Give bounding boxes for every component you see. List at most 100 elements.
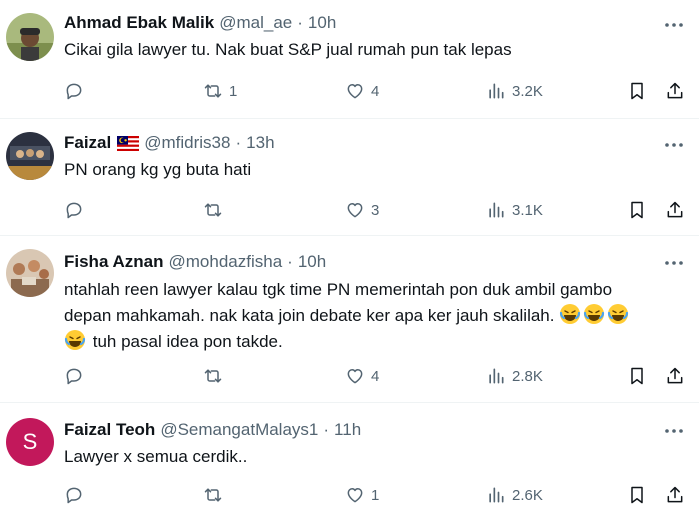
tweet-actions: 1 4 3.2K <box>64 79 692 103</box>
like-count: 1 <box>371 486 380 504</box>
views-count: 2.6K <box>512 486 543 504</box>
views-button[interactable]: 2.8K <box>486 364 543 388</box>
bookmark-button[interactable] <box>627 79 647 103</box>
bookmark-icon <box>631 367 643 385</box>
laughing-tears-emoji-icon <box>584 304 605 324</box>
reply-button[interactable] <box>64 198 90 222</box>
views-count: 2.8K <box>512 367 543 385</box>
separator-dot: · <box>323 420 330 439</box>
avatar-letter: S <box>22 429 38 454</box>
display-name[interactable]: Ahmad Ebak Malik <box>64 13 214 33</box>
more-options-button[interactable] <box>663 15 685 35</box>
avatar[interactable] <box>6 13 54 61</box>
views-count: 3.2K <box>512 82 543 100</box>
timestamp[interactable]: 13h <box>246 133 274 153</box>
avatar[interactable] <box>6 249 54 297</box>
tweet-text-line: ntahlah reen lawyer kalau tgk time PN me… <box>64 280 613 299</box>
laughing-tears-emoji-icon <box>560 304 581 324</box>
like-button[interactable]: 4 <box>345 364 379 388</box>
views-button[interactable]: 3.2K <box>486 79 543 103</box>
more-options-button[interactable] <box>663 253 685 273</box>
reply-button[interactable] <box>64 364 90 388</box>
tweet-text-segment: tuh pasal idea pon takde. <box>92 332 283 351</box>
tweet-header: Fisha Aznan @mohdazfisha · 10h <box>64 252 326 272</box>
more-icon <box>665 23 683 27</box>
tweet-text-segment: depan mahkamah. nak kata join debate ker… <box>64 306 555 325</box>
share-button[interactable] <box>665 483 685 507</box>
tweet-header: Faizal Teoh @SemangatMalays1 · 11h <box>64 420 361 440</box>
like-button[interactable]: 4 <box>345 79 379 103</box>
timestamp[interactable]: 10h <box>298 252 326 272</box>
views-icon <box>489 487 504 503</box>
tweet-text: PN orang kg yg buta hati <box>64 160 252 179</box>
tweet-actions: 1 2.6K <box>64 483 692 507</box>
bookmark-button[interactable] <box>627 364 647 388</box>
views-icon <box>489 368 504 384</box>
user-handle[interactable]: @SemangatMalays1 <box>160 420 318 440</box>
retweet-button[interactable] <box>203 483 229 507</box>
separator-dot: · <box>287 252 293 271</box>
bookmark-icon <box>631 201 643 219</box>
tweet-4[interactable]: S Faizal Teoh @SemangatMalays1 · 11h Law… <box>0 403 699 517</box>
heart-icon <box>347 488 363 503</box>
user-handle[interactable]: @mohdazfisha <box>169 252 283 272</box>
separator-dot: · <box>297 13 303 32</box>
retweet-button[interactable] <box>203 198 229 222</box>
retweet-icon <box>204 203 222 217</box>
timestamp[interactable]: 11h <box>334 420 361 440</box>
like-button[interactable]: 3 <box>345 198 379 222</box>
share-button[interactable] <box>665 364 685 388</box>
display-name[interactable]: Faizal <box>64 133 111 153</box>
views-button[interactable]: 2.6K <box>486 483 543 507</box>
reply-icon <box>66 368 82 385</box>
retweet-button[interactable]: 1 <box>203 79 237 103</box>
tweet-header: Faizal @mfidris38 · 13h <box>64 133 275 153</box>
bookmark-button[interactable] <box>627 483 647 507</box>
user-handle[interactable]: @mfidris38 <box>144 133 230 153</box>
more-options-button[interactable] <box>663 135 685 155</box>
avatar[interactable]: S <box>6 418 54 466</box>
retweet-button[interactable] <box>203 364 229 388</box>
reply-icon <box>66 202 82 219</box>
display-name[interactable]: Faizal Teoh <box>64 420 155 440</box>
more-options-button[interactable] <box>663 421 685 441</box>
tweet-header: Ahmad Ebak Malik @mal_ae · 10h <box>64 13 336 33</box>
like-count: 4 <box>371 367 380 385</box>
bookmark-icon <box>631 82 643 100</box>
retweet-icon <box>204 369 222 383</box>
reply-button[interactable] <box>64 79 90 103</box>
share-icon <box>667 367 683 384</box>
tweet-3[interactable]: Fisha Aznan @mohdazfisha · 10h ntahlah r… <box>0 236 699 403</box>
reply-icon <box>66 487 82 504</box>
tweet-text: Lawyer x semua cerdik.. <box>64 447 248 466</box>
like-count: 4 <box>371 82 380 100</box>
retweet-icon <box>204 488 222 502</box>
share-icon <box>667 486 683 503</box>
user-handle[interactable]: @mal_ae <box>219 13 292 33</box>
separator-dot: · <box>235 133 242 152</box>
avatar[interactable] <box>6 132 54 180</box>
tweet-2[interactable]: Faizal @mfidris38 · 13h PN orang kg yg b… <box>0 119 699 236</box>
tweet-text-line: depan mahkamah. nak kata join debate ker… <box>64 303 676 329</box>
more-icon <box>665 429 683 433</box>
laughing-tears-emoji-icon <box>64 330 86 350</box>
views-icon <box>489 202 504 218</box>
reply-button[interactable] <box>64 483 90 507</box>
more-icon <box>665 261 683 265</box>
bookmark-button[interactable] <box>627 198 647 222</box>
timestamp[interactable]: 10h <box>308 13 336 33</box>
views-button[interactable]: 3.1K <box>486 198 543 222</box>
tweet-actions: 4 2.8K <box>64 364 692 388</box>
like-button[interactable]: 1 <box>345 483 379 507</box>
reply-icon <box>66 83 82 100</box>
tweet-1[interactable]: Ahmad Ebak Malik @mal_ae · 10h Cikai gil… <box>0 0 699 119</box>
heart-icon <box>347 203 363 218</box>
tweet-actions: 3 3.1K <box>64 198 692 222</box>
display-name[interactable]: Fisha Aznan <box>64 252 164 272</box>
bookmark-icon <box>631 486 643 504</box>
tweet-text-line: tuh pasal idea pon takde. <box>64 329 676 355</box>
tweet-text: Cikai gila lawyer tu. Nak buat S&P jual … <box>64 40 512 59</box>
share-button[interactable] <box>665 198 685 222</box>
laughing-tears-emoji-icon <box>608 304 629 324</box>
share-button[interactable] <box>665 79 685 103</box>
